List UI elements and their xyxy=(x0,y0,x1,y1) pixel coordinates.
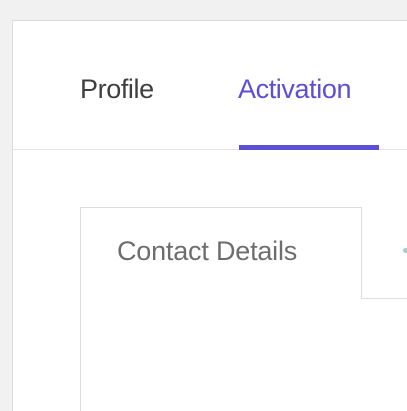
main-tab-bar: Profile Activation xyxy=(13,21,407,150)
sub-tab-label: Contact Details xyxy=(117,236,298,266)
content-border-top xyxy=(361,298,407,299)
tab-profile[interactable]: Profile xyxy=(80,73,154,105)
content-border-left xyxy=(80,298,81,411)
sub-tab-area: Contact Details xyxy=(13,150,407,411)
settings-panel: Profile Activation Contact Details xyxy=(12,20,407,411)
tab-activation[interactable]: Activation xyxy=(238,73,351,105)
sub-tab-contact-details[interactable]: Contact Details xyxy=(80,207,362,299)
next-sub-tab-partial[interactable] xyxy=(403,248,407,253)
